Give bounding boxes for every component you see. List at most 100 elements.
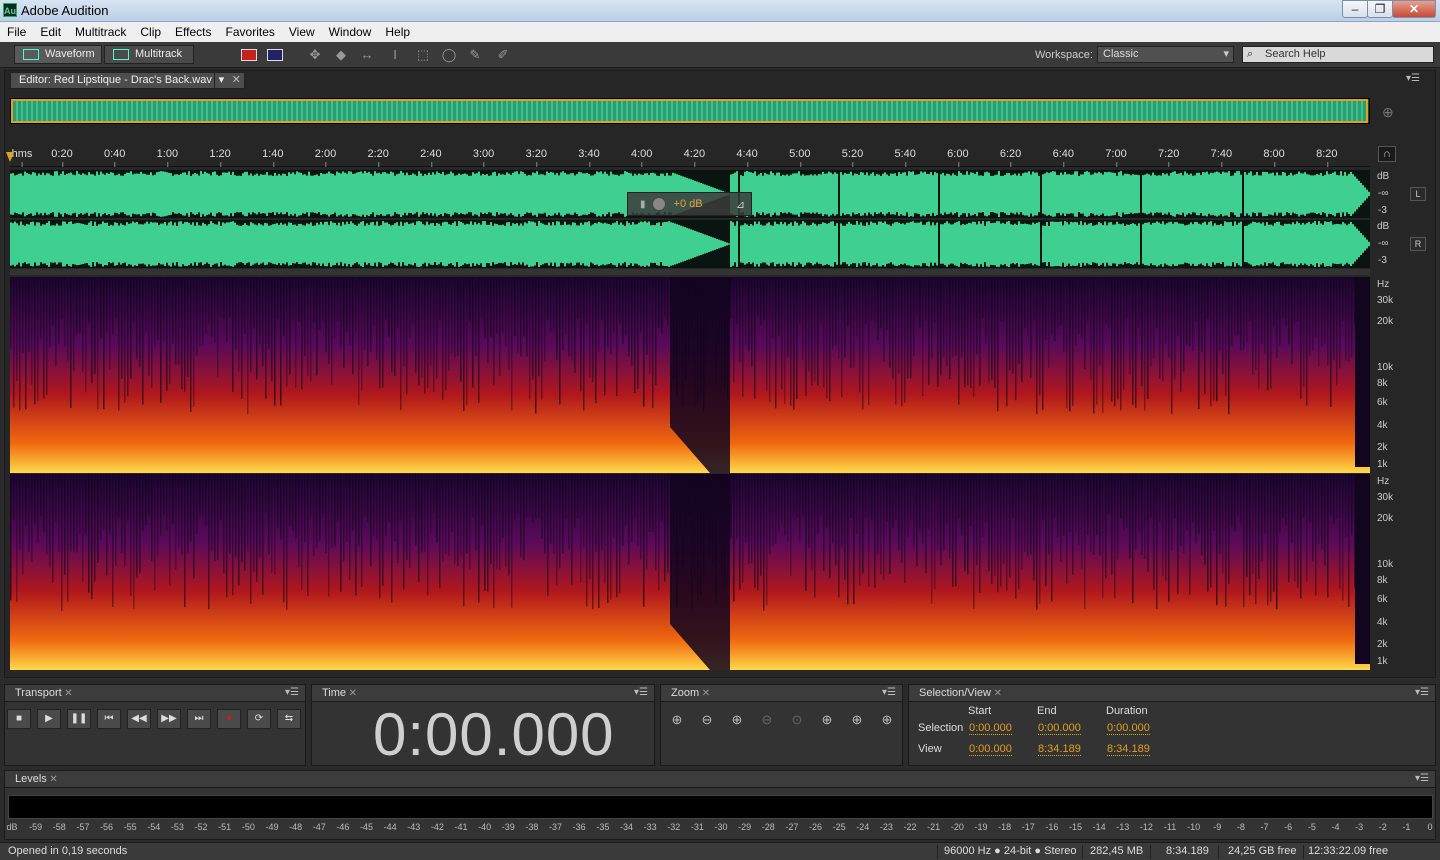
lasso-tool-icon[interactable]: ◯ — [440, 46, 458, 63]
menu-bar: File Edit Multitrack Clip Effects Favori… — [0, 22, 1440, 42]
panel-menu-icon[interactable]: ▾☰ — [285, 687, 299, 698]
hz-scale-label: Hz — [1377, 476, 1390, 487]
view-end-field[interactable]: 8:34.189 — [1038, 743, 1081, 756]
level-tick: -35 — [596, 822, 610, 832]
selection-duration-field[interactable]: 0:00.000 — [1107, 722, 1150, 735]
time-ruler[interactable]: hms 0:20 0:40 1:00 1:20 1:40 2:00 2:20 2:40 3:00 3… — [10, 145, 1370, 167]
level-tick: -56 — [100, 822, 114, 832]
minimize-button[interactable]: – — [1342, 0, 1368, 18]
level-tick: -19 — [974, 822, 988, 832]
view-duration-field[interactable]: 8:34.189 — [1107, 743, 1150, 756]
panel-menu-icon[interactable]: ▾☰ — [1406, 73, 1434, 84]
menu-clip[interactable]: Clip — [133, 25, 168, 39]
zoom-out-full-icon[interactable]: ⊙ — [787, 712, 807, 730]
maximize-button[interactable]: ❐ — [1367, 0, 1393, 18]
record-button[interactable]: ● — [217, 709, 241, 729]
menu-file[interactable]: File — [0, 25, 33, 39]
splitter[interactable] — [10, 269, 1370, 275]
workspace-select[interactable]: Classic — [1097, 46, 1234, 63]
zoom-navigator-icon[interactable]: ⊕ — [1382, 104, 1394, 121]
menu-view[interactable]: View — [282, 25, 322, 39]
selection-start-field[interactable]: 0:00.000 — [969, 722, 1012, 735]
level-tick: -33 — [643, 822, 657, 832]
channel-l-toggle[interactable]: L — [1410, 187, 1426, 201]
close-button[interactable]: ✕ — [1392, 0, 1436, 18]
skip-previous-button[interactable]: ⏮ — [97, 709, 121, 729]
play-button[interactable]: ▶ — [37, 709, 61, 729]
zoom-out-time-icon[interactable]: ⊖ — [757, 712, 777, 730]
brush-tool-icon[interactable]: ✎ — [466, 46, 484, 63]
time-selection-tool-icon[interactable]: I — [386, 46, 404, 63]
level-tick: -13 — [1116, 822, 1130, 832]
chevron-down-icon[interactable]: ▾ — [213, 73, 228, 88]
channel-r-toggle[interactable]: R — [1410, 237, 1426, 251]
gain-knob[interactable] — [651, 197, 666, 211]
selection-row-label: Selection — [918, 722, 964, 734]
view-start-field[interactable]: 0:00.000 — [969, 743, 1012, 756]
panel-menu-icon[interactable]: ▾☰ — [882, 687, 896, 698]
move-tool-icon[interactable]: ✥ — [306, 46, 324, 63]
search-help-input[interactable]: ⌕ Search Help — [1242, 46, 1434, 63]
ruler-tick: 5:40 — [894, 148, 916, 167]
zoom-in-amplitude-icon[interactable]: ⊕ — [667, 712, 687, 730]
selection-end-field[interactable]: 0:00.000 — [1038, 722, 1081, 735]
panel-menu-icon[interactable]: ▾☰ — [1415, 687, 1429, 698]
skip-selection-button[interactable]: ⇆ — [277, 709, 301, 729]
stop-button[interactable]: ■ — [7, 709, 31, 729]
panel-menu-icon[interactable]: ▾☰ — [634, 687, 648, 698]
ruler-tick: 3:20 — [525, 148, 548, 167]
status-free-time: 12:33:22.09 free — [1308, 845, 1389, 857]
zoom-tab[interactable]: Zoom ✕ — [663, 686, 713, 702]
level-tick: -18 — [998, 822, 1012, 832]
spectral-display-icon[interactable] — [266, 46, 284, 63]
zoom-out-point-icon[interactable]: ⊕ — [877, 712, 897, 730]
transport-tab[interactable]: Transport ✕ — [7, 686, 76, 702]
level-tick: -51 — [218, 822, 232, 832]
waveform-display-icon[interactable] — [240, 46, 258, 63]
spectrogram-left[interactable] — [10, 277, 1370, 473]
level-tick: -8 — [1236, 822, 1245, 832]
zoom-in-point-icon[interactable]: ⊕ — [847, 712, 867, 730]
level-tick: 0 — [1427, 822, 1433, 832]
pause-button[interactable]: ❚❚ — [67, 709, 91, 729]
selection-view-tab[interactable]: Selection/View ✕ — [911, 686, 1005, 702]
menu-effects[interactable]: Effects — [168, 25, 218, 39]
level-tick: -49 — [265, 822, 279, 832]
ruler-tick: 3:40 — [578, 148, 600, 167]
slip-tool-icon[interactable]: ↔ — [358, 46, 376, 63]
spot-healing-tool-icon[interactable]: ✐ — [494, 46, 512, 63]
close-tab-icon[interactable]: ✕ — [232, 73, 241, 88]
time-tab[interactable]: Time ✕ — [314, 686, 360, 702]
overview-view-range[interactable] — [11, 99, 1368, 123]
razor-tool-icon[interactable]: ◆ — [332, 46, 350, 63]
marquee-tool-icon[interactable]: ⬚ — [414, 46, 432, 63]
level-tick: -20 — [950, 822, 964, 832]
fast-forward-button[interactable]: ▶▶ — [157, 709, 181, 729]
gain-hud[interactable]: ▮ +0 dB ⊿ — [627, 192, 752, 216]
spectrogram-right[interactable] — [10, 474, 1370, 670]
level-tick: -1 — [1402, 822, 1411, 832]
waveform-channel-right[interactable] — [10, 220, 1370, 268]
loop-button[interactable]: ⟳ — [247, 709, 271, 729]
levels-tab[interactable]: Levels ✕ — [7, 772, 61, 788]
overview-bar[interactable] — [10, 98, 1370, 124]
pin-icon[interactable]: ⊿ — [736, 198, 745, 211]
menu-favorites[interactable]: Favorites — [219, 25, 282, 39]
level-meter-scale: dB -59 -58 -57 -56 -55 -54 -53 -52 -51 -50 -49 -48 -4… — [6, 822, 1433, 834]
level-tick: -16 — [1045, 822, 1059, 832]
rewind-button[interactable]: ◀◀ — [127, 709, 151, 729]
panel-menu-icon[interactable]: ▾☰ — [1415, 773, 1429, 784]
zoom-in-time-icon[interactable]: ⊕ — [727, 712, 747, 730]
menu-help[interactable]: Help — [378, 25, 417, 39]
zoom-selection-icon[interactable]: ⊕ — [817, 712, 837, 730]
zoom-out-amplitude-icon[interactable]: ⊖ — [697, 712, 717, 730]
menu-multitrack[interactable]: Multitrack — [68, 25, 133, 39]
editor-tab[interactable]: Editor: Red Lipstique - Drac's Back.wav … — [10, 72, 245, 89]
skip-next-button[interactable]: ⏭ — [187, 709, 211, 729]
headphone-icon[interactable]: ∩ — [1378, 146, 1396, 162]
multitrack-view-button[interactable]: Multitrack — [104, 45, 194, 64]
waveform-view-button[interactable]: Waveform — [14, 45, 102, 64]
menu-edit[interactable]: Edit — [33, 25, 68, 39]
level-icon: ▮ — [640, 198, 646, 210]
menu-window[interactable]: Window — [322, 25, 379, 39]
